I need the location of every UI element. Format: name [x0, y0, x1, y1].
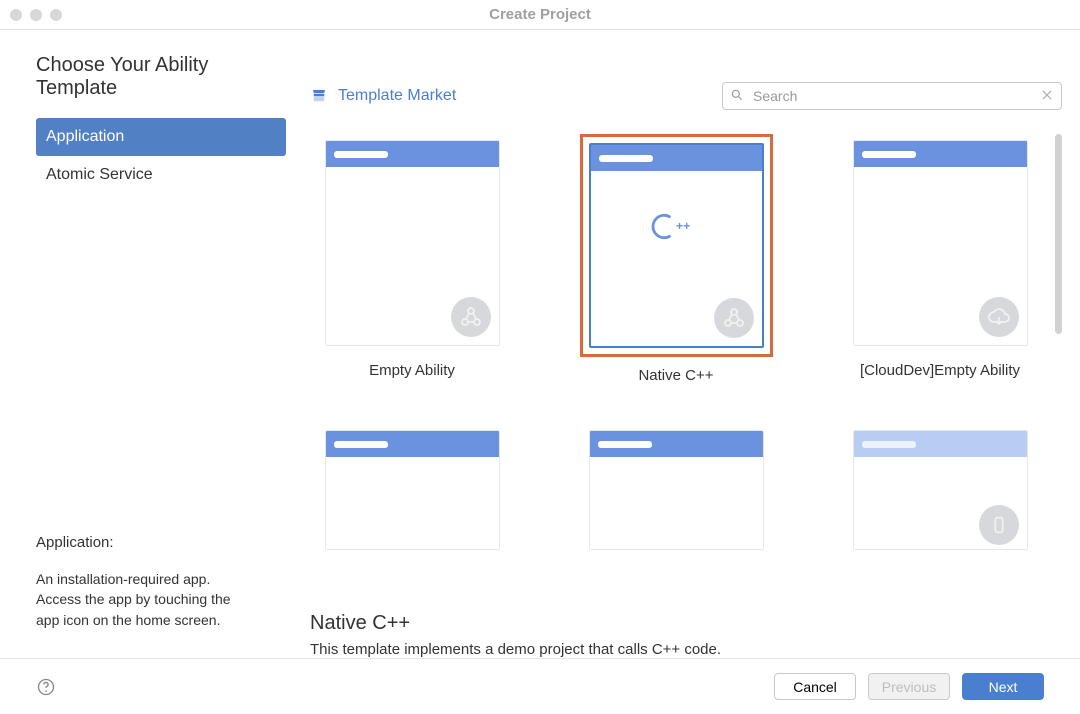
window-controls [10, 9, 62, 21]
sidebar: Choose Your Ability Template Application… [0, 30, 290, 658]
tab-atomic-service[interactable]: Atomic Service [36, 156, 286, 194]
footer: Cancel Previous Next [0, 658, 1080, 714]
template-card-partial-2[interactable] [574, 424, 778, 556]
minimize-window-button[interactable] [30, 9, 42, 21]
tab-application[interactable]: Application [36, 118, 286, 156]
device-badge-icon [979, 505, 1019, 545]
template-card-native-cpp[interactable]: ++ Native C++ [574, 134, 778, 384]
next-button[interactable]: Next [962, 673, 1044, 700]
sidebar-info: Application: An installation-required ap… [0, 534, 290, 658]
ability-badge-icon [451, 297, 491, 337]
template-card-clouddev-empty[interactable]: [CloudDev]Empty Ability [838, 134, 1042, 384]
template-detail: Native C++ This template implements a de… [310, 604, 1062, 658]
template-card-partial-1[interactable] [310, 424, 514, 556]
content: Template Market [290, 30, 1080, 658]
search-wrap [722, 82, 1062, 110]
cloud-badge-icon [979, 297, 1019, 337]
template-market-label: Template Market [338, 87, 456, 105]
help-icon[interactable] [36, 677, 56, 697]
template-market-link[interactable]: Template Market [310, 87, 456, 105]
scrollbar[interactable] [1055, 134, 1062, 334]
cancel-button[interactable]: Cancel [774, 673, 856, 700]
search-input[interactable] [722, 82, 1062, 110]
close-window-button[interactable] [10, 9, 22, 21]
svg-text:++: ++ [676, 220, 690, 234]
detail-desc: This template implements a demo project … [310, 641, 1062, 658]
titlebar: Create Project [0, 0, 1080, 30]
sidebar-info-desc: An installation-required app. Access the… [36, 569, 254, 630]
selection-highlight: ++ [580, 134, 773, 357]
template-label: [CloudDev]Empty Ability [860, 362, 1020, 379]
sidebar-tabs: Application Atomic Service [0, 118, 290, 194]
template-label: Empty Ability [369, 362, 455, 379]
zoom-window-button[interactable] [50, 9, 62, 21]
content-topbar: Template Market [310, 82, 1062, 110]
previous-button[interactable]: Previous [868, 673, 950, 700]
ability-badge-icon [714, 298, 754, 338]
template-label: Native C++ [638, 367, 713, 384]
page-heading: Choose Your Ability Template [0, 54, 290, 118]
clear-search-icon[interactable] [1040, 88, 1054, 102]
template-scroll: Empty Ability ++ [310, 134, 1062, 604]
search-icon [730, 88, 744, 102]
window-title: Create Project [0, 6, 1080, 23]
detail-title: Native C++ [310, 612, 1062, 635]
template-card-empty-ability[interactable]: Empty Ability [310, 134, 514, 384]
template-grid: Empty Ability ++ [310, 134, 1062, 556]
sidebar-info-title: Application: [36, 534, 254, 551]
template-card-partial-3[interactable] [838, 424, 1042, 556]
cpp-icon: ++ [648, 212, 704, 247]
store-icon [310, 88, 328, 104]
